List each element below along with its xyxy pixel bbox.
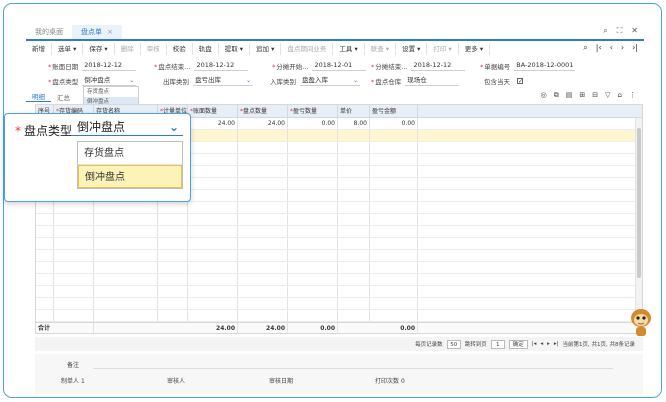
tab-desktop[interactable]: 我的桌面 [26, 25, 72, 39]
callout-dropdown-list: 存货盘点 倒冲盘点 [77, 141, 183, 189]
new-button[interactable]: 新增 [26, 43, 52, 55]
col-book-qty[interactable]: *账面数量 [188, 105, 238, 117]
last-icon[interactable]: ›| [632, 43, 638, 53]
callout-option-backflush[interactable]: 倒冲盘点 [78, 165, 182, 188]
inbound-category-field[interactable]: 入库类别 盘盈入库 ⌄ [270, 74, 360, 87]
table-row[interactable] [36, 298, 642, 310]
grid-tools: ◎ ⧉ ▤ ⊞ ⊟ ▽ ⌂ ⋮ [541, 91, 636, 100]
per-page-input[interactable]: 50 [446, 339, 461, 349]
maximize-icon[interactable]: ⛶ [617, 26, 623, 36]
table-row[interactable] [36, 286, 642, 298]
tools-button[interactable]: 工具 ▾ [333, 43, 365, 55]
vertical-scrollbar[interactable] [635, 118, 642, 322]
paste-icon[interactable]: ▤ [566, 91, 573, 100]
callout-type-select[interactable]: 倒冲盘点 ⌄ [71, 118, 183, 136]
table-row[interactable] [36, 214, 642, 226]
close-window-icon[interactable]: ✕ [631, 26, 638, 36]
detail-tabs: 明细 汇总 ◎ ⧉ ▤ ⊞ ⊟ ▽ ⌂ ⋮ [26, 91, 644, 102]
verify-button[interactable]: 校验 [167, 43, 193, 55]
page-summary: 当前第1页, 共1页, 共8条记录 [562, 342, 636, 348]
prev-icon[interactable]: ‹ [610, 43, 613, 53]
find-icon[interactable]: ⌕ [583, 43, 587, 53]
first-icon[interactable]: |‹ [596, 43, 602, 53]
stocktake-end-field[interactable]: *盘点结束... 2018-12-12 [154, 59, 249, 72]
auditor-info: 审核人 [167, 378, 186, 385]
more-button[interactable]: 更多 ▾ [459, 43, 491, 55]
allocation-end-field[interactable]: *分摊结束... 2018-12-12 [371, 59, 466, 72]
chevron-down-icon[interactable]: ⌄ [246, 75, 251, 86]
settings-button[interactable]: 设置 ▾ [396, 43, 428, 55]
table-row[interactable] [36, 202, 642, 214]
toolbar: 新增 选单 ▾ 保存 ▾ 删除 审核 校验 轨盘 提取 ▾ 追加 ▾ 盘点期间业… [26, 42, 644, 56]
tab-stocktake[interactable]: 盘点单 × [72, 25, 122, 39]
chevron-down-icon[interactable]: ⌄ [353, 75, 358, 86]
last-page-icon[interactable]: ▸| [554, 341, 559, 347]
maker-info: 制单人 1 [61, 378, 85, 385]
add-row-icon[interactable]: ⊞ [579, 91, 585, 100]
remark-label: 备注 [67, 362, 80, 369]
next-icon[interactable]: › [621, 43, 624, 53]
column-settings-icon[interactable]: ⋮ [629, 91, 636, 100]
remark-input[interactable] [93, 368, 613, 369]
table-row[interactable] [36, 310, 642, 322]
query-button[interactable]: 联查 ▾ [365, 43, 397, 55]
period-business-button[interactable]: 盘点期间业务 [281, 43, 334, 55]
table-row[interactable] [36, 274, 642, 286]
zoom-callout: * 盘点类型 倒冲盘点 ⌄ 存货盘点 倒冲盘点 [4, 113, 191, 202]
window-controls: ⌕ ⛶ ✕ [603, 26, 638, 36]
delete-row-icon[interactable]: ⊟ [592, 91, 598, 100]
callout-option-inventory[interactable]: 存货盘点 [78, 142, 182, 165]
record-nav: ⌕ |‹ ‹ › ›| [583, 43, 638, 53]
delete-button[interactable]: 删除 [115, 43, 141, 55]
total-row: 合计 24.00 24.00 0.00 0.00 [36, 322, 642, 333]
form-row-1: *账面日期 2018-12-12 *盘点结束... 2018-12-12 *分摊… [26, 59, 644, 72]
first-page-icon[interactable]: |◂ [532, 341, 537, 347]
allocation-start-field[interactable]: *分摊开始... 2018-12-01 [272, 59, 367, 72]
extract-button[interactable]: 提取 ▾ [219, 43, 251, 55]
callout-label: * 盘点类型 [15, 123, 73, 139]
pager: 每页记录数 50 跳转到页 1 确定 |◂ ◂ ▸ ▸| 当前第1页, 共1页,… [35, 337, 643, 351]
chevron-down-icon[interactable]: ⌄ [129, 75, 134, 86]
table-row[interactable] [36, 250, 642, 262]
chevron-down-icon[interactable]: ⌄ [169, 118, 179, 136]
filter-icon[interactable]: ▽ [605, 91, 610, 100]
table-row[interactable] [36, 262, 642, 274]
search-icon[interactable]: ⌕ [603, 26, 607, 36]
lock-icon[interactable]: ⌂ [618, 91, 622, 100]
book-date-field[interactable]: *账面日期 2018-12-12 [48, 59, 137, 72]
prev-page-icon[interactable]: ◂ [540, 341, 543, 347]
audit-button[interactable]: 审核 [141, 43, 167, 55]
append-button[interactable]: 追加 ▾ [250, 43, 282, 55]
tab-detail[interactable]: 明细 [26, 91, 51, 102]
close-icon[interactable]: × [107, 28, 113, 36]
table-row[interactable] [36, 226, 642, 238]
warehouse-field[interactable]: *盘点仓库 现场仓 [371, 74, 460, 87]
col-diff-amount[interactable]: 盈亏金额 [370, 105, 418, 117]
locate-icon[interactable]: ◎ [541, 91, 547, 100]
next-page-icon[interactable]: ▸ [547, 341, 550, 347]
print-count-info: 打印次数 0 [375, 378, 405, 385]
tab-bar: 我的桌面 盘点单 × ⌕ ⛶ ✕ [26, 24, 644, 41]
print-button[interactable]: 打印 ▾ [427, 43, 459, 55]
track-button[interactable]: 轨盘 [193, 43, 219, 55]
assistant-mascot-icon[interactable] [630, 307, 652, 337]
col-price[interactable]: 单价 [338, 105, 370, 117]
save-button[interactable]: 保存 ▾ [83, 43, 115, 55]
col-diff-qty[interactable]: *盈亏数量 [288, 105, 338, 117]
include-today-checkbox[interactable]: ✓ [517, 77, 523, 84]
confirm-button[interactable]: 确定 [508, 339, 528, 349]
goto-page-input[interactable]: 1 [490, 339, 505, 349]
audit-date-info: 审核日期 [269, 378, 294, 385]
table-row[interactable] [36, 238, 642, 250]
copy-icon[interactable]: ⧉ [554, 91, 559, 100]
doc-number-field[interactable]: *单据编号 BA-2018-12-0001 [480, 59, 576, 72]
col-count-qty[interactable]: *盘点数量 [238, 105, 288, 117]
footer-info: 备注 制单人 1 审核人 审核日期 打印次数 0 [35, 354, 643, 394]
tab-summary[interactable]: 汇总 [51, 92, 76, 102]
include-today-field[interactable]: 包含当天 ✓ [484, 74, 523, 87]
select-order-button[interactable]: 选单 ▾ [52, 43, 84, 55]
outbound-category-field[interactable]: 出库类别 盘亏出库 ⌄ [163, 74, 253, 87]
